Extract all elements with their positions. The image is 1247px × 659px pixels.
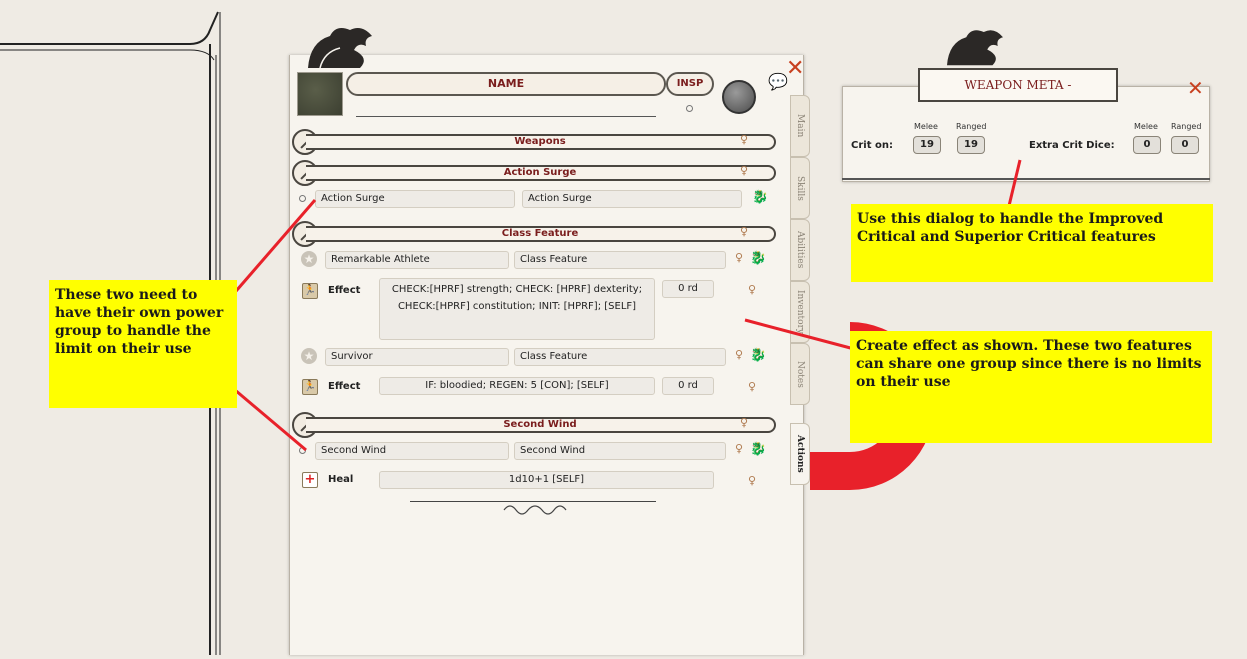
power-group-field[interactable]: Action Surge: [522, 190, 742, 208]
effect-icon[interactable]: 🏃: [302, 379, 318, 395]
speech-bubble-icon[interactable]: 💬: [768, 72, 788, 91]
dragon-action-icon[interactable]: 🐉: [750, 251, 766, 266]
name-field[interactable]: NAME: [346, 72, 666, 96]
usage-dot[interactable]: [299, 195, 306, 202]
group-header-action-surge[interactable]: Action Surge ♀: [292, 160, 776, 186]
pin-icon[interactable]: ♀: [748, 283, 756, 296]
melee-label: Melee: [1134, 122, 1158, 131]
group-title: Second Wind: [306, 417, 776, 433]
effect-icon[interactable]: 🏃: [302, 283, 318, 299]
power-name-field[interactable]: Remarkable Athlete: [325, 251, 509, 269]
note-mid-right: Create effect as shown. These two featur…: [850, 331, 1212, 443]
melee-label: Melee: [914, 122, 938, 131]
crit-melee-field[interactable]: 19: [913, 136, 941, 154]
group-header-weapons[interactable]: Weapons ♀: [292, 129, 776, 155]
weapon-meta-title: WEAPON META -: [918, 68, 1118, 102]
group-header-second-wind[interactable]: Second Wind ♀: [292, 412, 776, 438]
power-group-field[interactable]: Class Feature: [514, 251, 726, 269]
dragon-emblem-icon: [947, 30, 1003, 66]
power-name-field[interactable]: Action Surge: [315, 190, 515, 208]
dragon-action-icon[interactable]: 🐉: [750, 348, 766, 363]
sheet-tabs: Main Skills Abilities Inventory Notes Ac…: [790, 95, 812, 495]
heal-label: Heal: [328, 474, 354, 485]
group-title: Weapons: [306, 134, 776, 150]
extra-ranged-field[interactable]: 0: [1171, 136, 1199, 154]
close-icon[interactable]: ✕: [1187, 78, 1204, 98]
effect-text[interactable]: IF: bloodied; REGEN: 5 [CON]; [SELF]: [379, 377, 655, 395]
tab-notes[interactable]: Notes: [790, 343, 810, 405]
crit-ranged-field[interactable]: 19: [957, 136, 985, 154]
tab-inventory[interactable]: Inventory: [790, 281, 810, 343]
note-top-right: Use this dialog to handle the Improved C…: [851, 204, 1213, 282]
tab-main[interactable]: Main: [790, 95, 810, 157]
usage-dot[interactable]: [299, 447, 306, 454]
power-group-field[interactable]: Class Feature: [514, 348, 726, 366]
effect-label: Effect: [328, 285, 361, 296]
crit-on-label: Crit on:: [851, 140, 893, 151]
power-name-field[interactable]: Survivor: [325, 348, 509, 366]
inspiration-field[interactable]: INSP: [666, 72, 714, 96]
close-icon[interactable]: ✕: [786, 58, 804, 80]
dialog-divider: [842, 178, 1210, 180]
ranged-label: Ranged: [1171, 122, 1202, 131]
pin-icon[interactable]: ♀: [735, 442, 743, 455]
pin-icon[interactable]: ♀: [748, 380, 756, 393]
power-group-field[interactable]: Second Wind: [514, 442, 726, 460]
extra-melee-field[interactable]: 0: [1133, 136, 1161, 154]
effect-text[interactable]: CHECK:[HPRF] strength; CHECK: [HPRF] dex…: [379, 278, 655, 340]
effect-duration[interactable]: 0 rd: [662, 280, 714, 298]
heal-text[interactable]: 1d10+1 [SELF]: [379, 471, 714, 489]
extra-crit-label: Extra Crit Dice:: [1029, 140, 1115, 151]
dragon-action-icon[interactable]: 🐉: [750, 442, 766, 457]
dragon-emblem-icon: [308, 28, 372, 69]
name-underline: [356, 116, 656, 117]
token-avatar[interactable]: [722, 80, 756, 114]
note-left: These two need to have their own power g…: [49, 280, 237, 408]
pin-icon[interactable]: ♀: [740, 164, 748, 177]
pin-icon[interactable]: ♀: [740, 416, 748, 429]
group-title: Class Feature: [306, 226, 776, 242]
inspiration-dot[interactable]: [686, 105, 693, 112]
tab-abilities[interactable]: Abilities: [790, 219, 810, 281]
group-header-class-feature[interactable]: Class Feature ♀: [292, 221, 776, 247]
pin-icon[interactable]: ♀: [740, 133, 748, 146]
group-title: Action Surge: [306, 165, 776, 181]
tab-actions[interactable]: Actions: [790, 423, 810, 485]
ranged-label: Ranged: [956, 122, 987, 131]
effect-label: Effect: [328, 381, 361, 392]
effect-duration[interactable]: 0 rd: [662, 377, 714, 395]
dragon-action-icon[interactable]: 🐉: [752, 190, 768, 205]
tab-skills[interactable]: Skills: [790, 157, 810, 219]
star-icon[interactable]: ★: [301, 251, 317, 267]
pin-icon[interactable]: ♀: [748, 474, 756, 487]
star-icon[interactable]: ★: [301, 348, 317, 364]
pin-icon[interactable]: ♀: [735, 251, 743, 264]
portrait[interactable]: [297, 72, 343, 116]
ornament-icon: [503, 505, 567, 515]
pin-icon[interactable]: ♀: [740, 225, 748, 238]
power-name-field[interactable]: Second Wind: [315, 442, 509, 460]
pin-icon[interactable]: ♀: [735, 348, 743, 361]
heal-icon[interactable]: +: [302, 472, 318, 488]
